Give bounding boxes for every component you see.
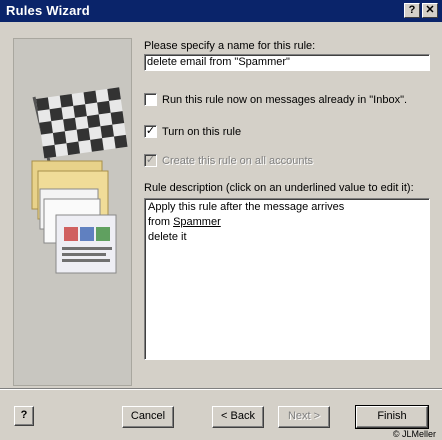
credit-text: © JLMeller (392, 429, 436, 439)
rule-name-input[interactable]: delete email from "Spammer" (144, 54, 430, 71)
run-now-label[interactable]: Run this rule now on messages already in… (162, 94, 407, 106)
turn-on-label[interactable]: Turn on this rule (162, 126, 241, 138)
checkered-flag-mail-illustration (14, 39, 131, 385)
all-accounts-label: Create this rule on all accounts (162, 155, 314, 167)
description-line: Apply this rule after the message arrive… (148, 201, 345, 213)
finish-button[interactable]: Finish (355, 405, 429, 429)
wizard-illustration (13, 38, 132, 386)
run-now-checkbox[interactable] (144, 93, 157, 106)
button-separator (0, 388, 442, 390)
sender-link[interactable]: Spammer (173, 216, 221, 228)
rules-wizard-window: Rules Wizard ? ✕ Please specify a name f… (0, 0, 442, 440)
title-bar: Rules Wizard ? ✕ (0, 0, 442, 22)
next-button: Next > (278, 406, 330, 428)
cancel-button[interactable]: Cancel (122, 406, 174, 428)
description-line: delete it (148, 231, 187, 243)
rule-name-label: Please specify a name for this rule: (144, 40, 316, 52)
rule-description-box[interactable]: Apply this rule after the message arrive… (144, 198, 430, 360)
description-line: from Spammer (148, 216, 221, 228)
description-from-text: from (148, 216, 170, 228)
help-button[interactable]: ? (14, 406, 34, 426)
close-button[interactable]: ✕ (422, 3, 438, 18)
rule-description-label: Rule description (click on an underlined… (144, 182, 414, 194)
help-title-button[interactable]: ? (404, 3, 420, 18)
back-button[interactable]: < Back (212, 406, 264, 428)
rule-name-value: delete email from "Spammer" (147, 56, 290, 68)
all-accounts-checkbox: ✓ (144, 154, 157, 167)
turn-on-checkbox[interactable]: ✓ (144, 125, 157, 138)
window-title: Rules Wizard (6, 3, 90, 18)
